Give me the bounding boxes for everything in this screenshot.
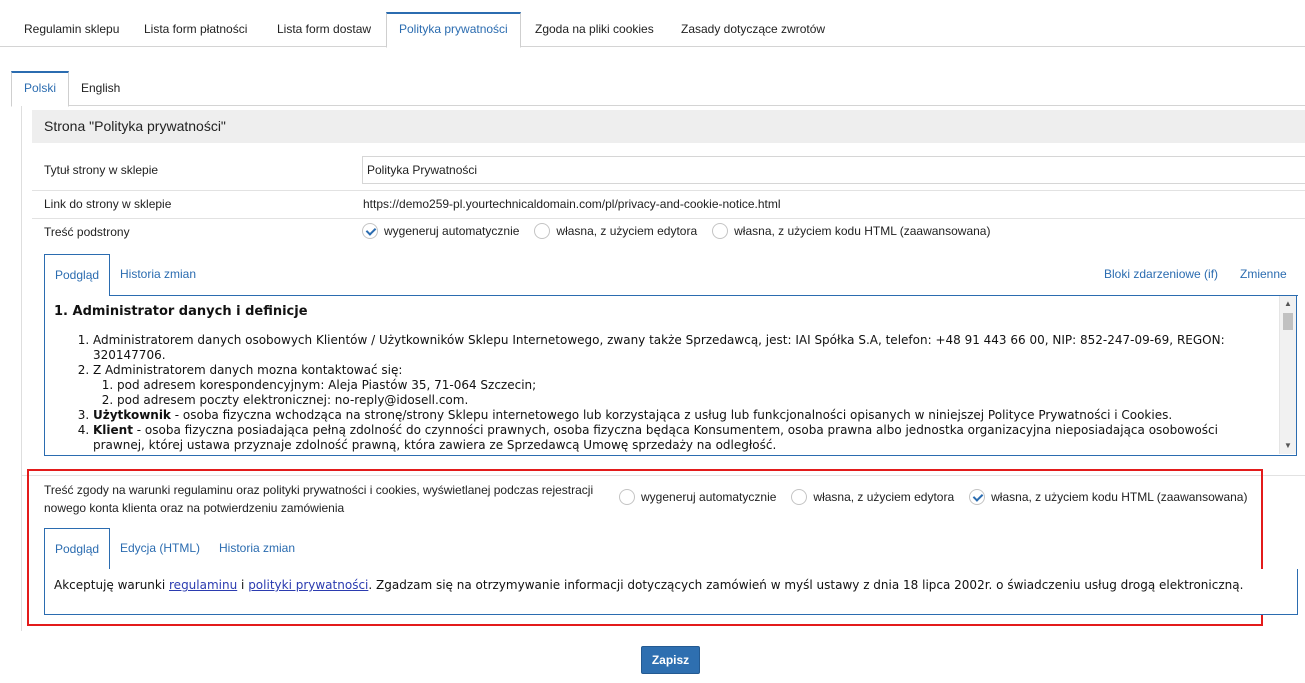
content-type-radio-group: wygeneruj automatycznie własna, z użycie… xyxy=(362,223,1005,239)
list-item: Administratorem danych osobowych Klientó… xyxy=(93,333,1270,363)
tab-lang-polish[interactable]: Polski xyxy=(11,71,70,107)
radio-checked-icon xyxy=(362,223,378,239)
radio-editor[interactable]: własna, z użyciem edytora xyxy=(534,223,697,239)
tab-payment-methods[interactable]: Lista form płatności xyxy=(132,12,259,46)
privacy-policy-link[interactable]: polityki prywatności xyxy=(248,578,368,592)
list-item: Klient - osoba fizyczna posiadająca pełn… xyxy=(93,423,1270,453)
consent-tab-history[interactable]: Historia zmian xyxy=(209,528,305,568)
radio-label: własna, z użyciem kodu HTML (zaawansowan… xyxy=(734,224,991,238)
radio-label: wygeneruj automatycznie xyxy=(384,224,520,238)
consent-tab-edit-html[interactable]: Edycja (HTML) xyxy=(110,528,210,568)
save-button[interactable]: Zapisz xyxy=(641,646,700,674)
tab-cookies-consent[interactable]: Zgoda na pliki cookies xyxy=(523,12,666,46)
definition-text: - osoba fizyczna wchodząca na stronę/str… xyxy=(170,408,1173,422)
consent-radio-html-code[interactable]: własna, z użyciem kodu HTML (zaawansowan… xyxy=(969,489,1247,505)
tab-terms[interactable]: Regulamin sklepu xyxy=(12,12,131,46)
consent-text-part: . Zgadzam się na otrzymywanie informacji… xyxy=(368,578,1244,592)
consent-preview-panel: Akceptuję warunki regulaminu i polityki … xyxy=(44,569,1298,615)
top-tab-bar: Regulamin sklepu Lista form płatności Li… xyxy=(0,12,1305,48)
radio-unchecked-icon xyxy=(712,223,729,239)
definition-text: - osoba fizyczna posiadająca pełną zdoln… xyxy=(93,423,1218,452)
section-title: Strona "Polityka prywatności" xyxy=(44,118,226,134)
page-title-input[interactable] xyxy=(362,156,1305,184)
consent-tab-preview[interactable]: Podgląd xyxy=(44,528,111,571)
consent-radio-editor[interactable]: własna, z użyciem edytora xyxy=(791,489,954,505)
list-item-text: Z Administratorem danych mozna kontaktow… xyxy=(93,363,403,377)
content-label: Treść podstrony xyxy=(44,225,130,239)
radio-checked-icon xyxy=(969,489,986,505)
store-page-link[interactable]: https://demo259-pl.yourtechnicaldomain.c… xyxy=(363,197,781,211)
term-user: Użytkownik xyxy=(93,408,171,422)
tab-event-blocks[interactable]: Bloki zdarzeniowe (if) xyxy=(1094,254,1228,294)
radio-unchecked-icon xyxy=(791,489,808,505)
list-item: Z Administratorem danych mozna kontaktow… xyxy=(93,363,1270,408)
consent-text-part: Akceptuję warunki xyxy=(54,578,170,592)
panel-left-border xyxy=(21,106,22,631)
radio-auto-generate[interactable]: wygeneruj automatycznie xyxy=(362,223,519,239)
list-item: pod adresem korespondencyjnym: Aleja Pia… xyxy=(117,378,1270,393)
tab-returns-policy[interactable]: Zasady dotyczące zwrotów xyxy=(669,12,837,46)
tab-history[interactable]: Historia zmian xyxy=(110,254,206,294)
radio-html-code[interactable]: własna, z użyciem kodu HTML (zaawansowan… xyxy=(712,223,990,239)
scroll-down-icon[interactable]: ▼ xyxy=(1284,442,1292,450)
language-tab-bar: Polski English xyxy=(11,71,1305,107)
radio-label: wygeneruj automatycznie xyxy=(641,490,777,504)
section-header: Strona "Polityka prywatności" xyxy=(32,110,1305,143)
link-label: Link do strony w sklepie xyxy=(44,197,172,211)
radio-label: własna, z użyciem kodu HTML (zaawansowan… xyxy=(991,490,1248,504)
radio-unchecked-icon xyxy=(534,223,551,239)
term-client: Klient xyxy=(93,423,133,437)
radio-label: własna, z użyciem edytora xyxy=(556,224,698,238)
row-divider xyxy=(32,190,1305,191)
preview-scrollbar[interactable]: ▲ ▼ xyxy=(1279,296,1296,454)
tab-lang-english[interactable]: English xyxy=(69,71,132,105)
radio-unchecked-icon xyxy=(619,489,635,505)
scroll-up-icon[interactable]: ▲ xyxy=(1284,300,1292,308)
consent-radio-group: wygeneruj automatycznie własna, z użycie… xyxy=(619,489,1262,505)
consent-radio-auto-generate[interactable]: wygeneruj automatycznie xyxy=(619,489,776,505)
tab-shipping-methods[interactable]: Lista form dostaw xyxy=(265,12,383,46)
list-item: pod adresem poczty elektronicznej: no-re… xyxy=(117,393,1270,408)
consent-text-part: i xyxy=(237,578,249,592)
consent-label: Treść zgody na warunki regulaminu oraz p… xyxy=(44,483,594,515)
tab-preview[interactable]: Podgląd xyxy=(44,254,111,297)
policy-heading: 1. Administrator danych i definicje xyxy=(54,304,308,319)
list-item: Użytkownik - osoba fizyczna wchodząca na… xyxy=(93,408,1270,423)
scrollbar-thumb[interactable] xyxy=(1283,313,1293,330)
tab-privacy-policy[interactable]: Polityka prywatności xyxy=(386,12,521,48)
content-tab-bar: Podgląd Historia zmian Bloki zdarzeniowe… xyxy=(44,254,1298,297)
title-label: Tytuł strony w sklepie xyxy=(44,163,159,177)
terms-link[interactable]: regulaminu xyxy=(169,578,237,592)
consent-text: Akceptuję warunki regulaminu i polityki … xyxy=(54,578,1243,592)
policy-preview-content: 1. Administrator danych i definicje Admi… xyxy=(45,296,1296,453)
policy-preview-panel: 1. Administrator danych i definicje Admi… xyxy=(44,296,1297,456)
radio-label: własna, z użyciem edytora xyxy=(813,490,955,504)
tab-variables[interactable]: Zmienne xyxy=(1230,254,1297,294)
row-divider xyxy=(32,218,1305,219)
consent-tab-bar: Podgląd Edycja (HTML) Historia zmian xyxy=(44,528,1298,571)
